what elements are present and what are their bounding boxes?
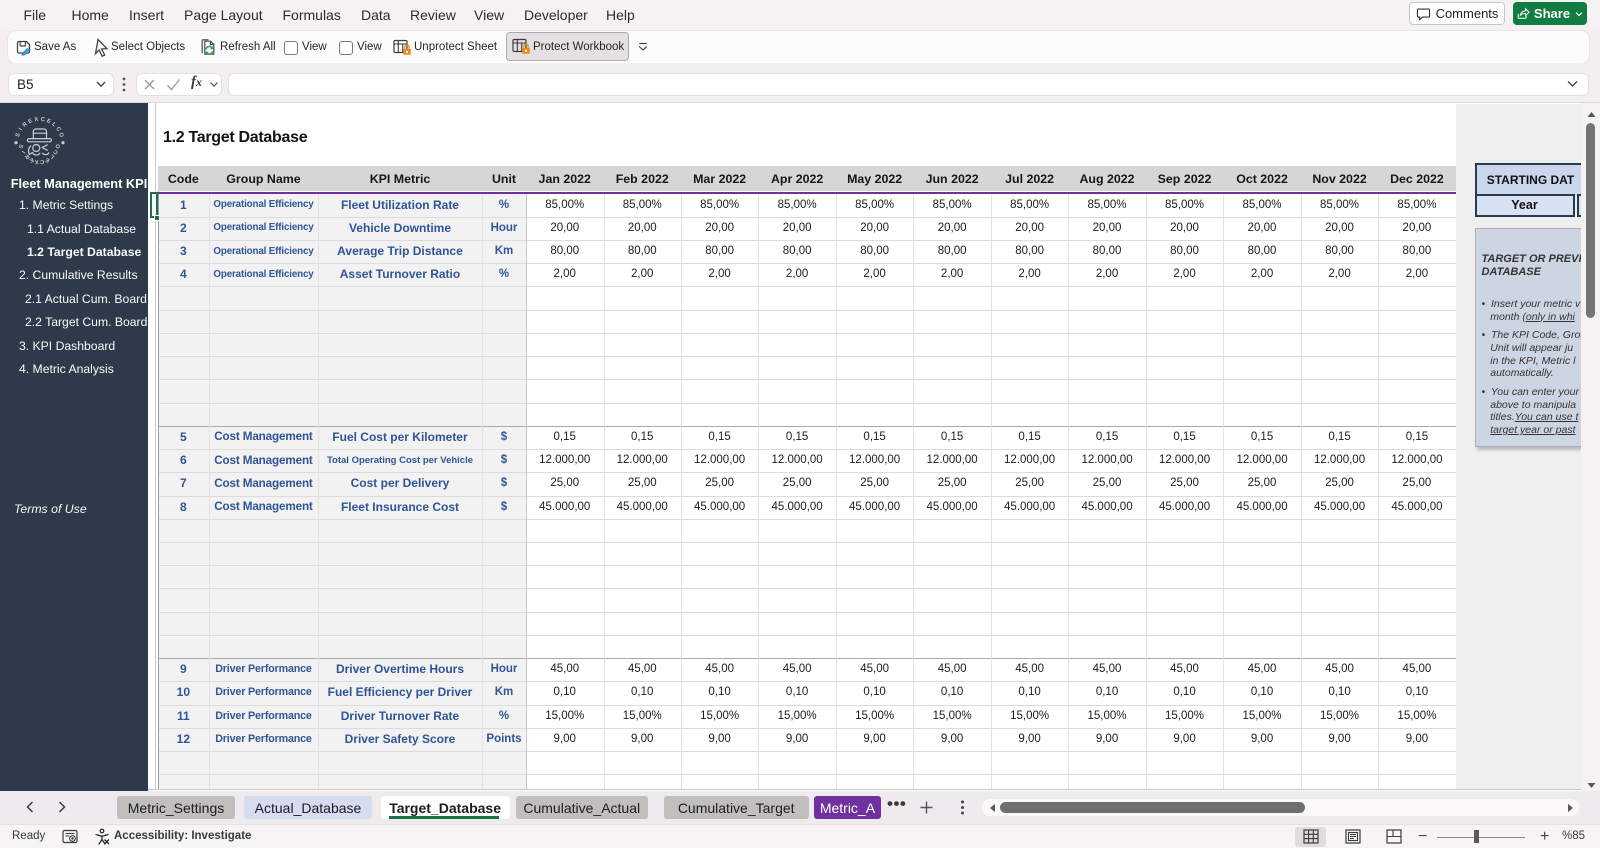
- svg-text:E: E: [46, 118, 52, 125]
- svg-text:E: E: [28, 118, 34, 125]
- svg-text:I: I: [18, 127, 24, 132]
- svg-text:X: X: [34, 158, 39, 164]
- svg-text:S: S: [15, 132, 22, 138]
- svg-text:C: C: [40, 158, 45, 165]
- svg-text:S: S: [17, 143, 24, 149]
- svg-text:O: O: [55, 143, 62, 150]
- svg-text:C: C: [40, 117, 45, 124]
- svg-text:I: I: [20, 149, 26, 154]
- svg-text:O: O: [57, 132, 64, 139]
- svg-text:X: X: [34, 117, 39, 123]
